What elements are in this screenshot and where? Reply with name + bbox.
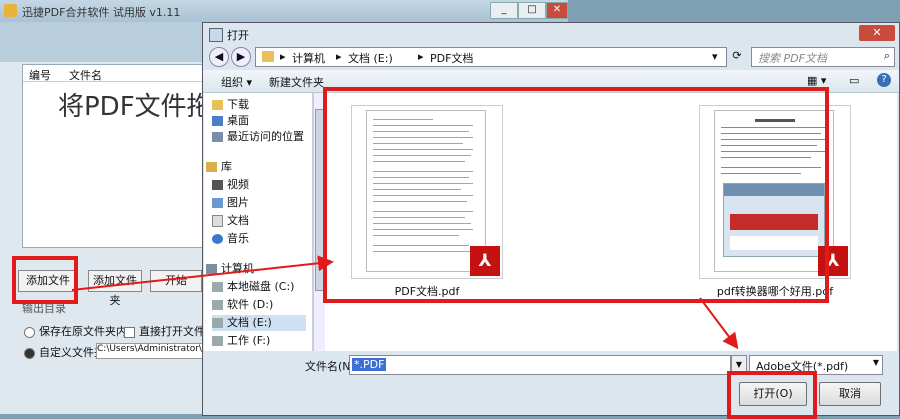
annotation-arrows — [71, 255, 739, 350]
arrow-to-files — [71, 255, 334, 291]
arrow-to-open — [699, 297, 739, 350]
